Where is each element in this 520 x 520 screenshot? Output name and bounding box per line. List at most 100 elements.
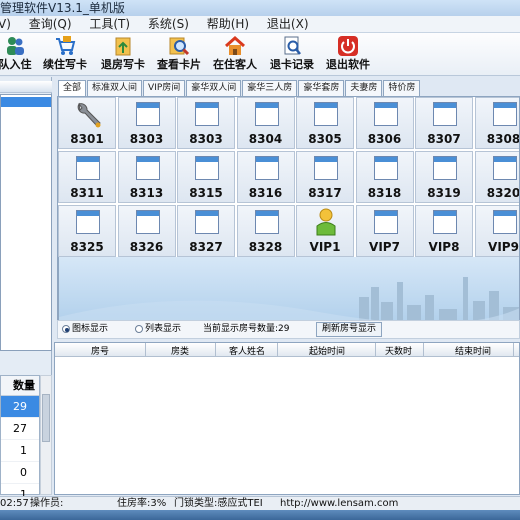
- window-icon: [254, 156, 279, 180]
- count-cell[interactable]: 0: [1, 462, 39, 484]
- view-card-button[interactable]: 查看卡片: [154, 35, 204, 75]
- col-guest-name[interactable]: 客人姓名: [229, 344, 265, 357]
- room-tile-8311[interactable]: 8311: [58, 151, 116, 203]
- room-number: 8326: [129, 240, 164, 254]
- tab-couple-room[interactable]: 夫妻房: [345, 80, 383, 96]
- window-icon: [373, 210, 398, 234]
- window-icon: [433, 210, 457, 234]
- window-icon: [433, 156, 457, 180]
- room-tile-8303[interactable]: 8303: [177, 97, 235, 149]
- room-number: 8303: [129, 132, 164, 146]
- left-panel-scrollbar[interactable]: [40, 375, 52, 495]
- status-time: 02:57: [0, 498, 29, 509]
- tab-vip-room[interactable]: VIP房间: [143, 80, 186, 96]
- room-number: 8325: [70, 240, 104, 254]
- house-icon: [225, 35, 245, 55]
- status-website[interactable]: http://www.lensam.com: [280, 497, 398, 510]
- window-title: 管理软件V13.1_单机版: [0, 0, 520, 16]
- group-checkin-icon: [7, 37, 24, 55]
- window-icon: [373, 102, 398, 126]
- window-icon: [195, 156, 219, 180]
- room-tile-8319[interactable]: 8319: [415, 151, 473, 203]
- room-tile-8320[interactable]: 8320: [474, 151, 519, 203]
- window-icon: [135, 102, 160, 126]
- room-tile-8301[interactable]: 8301: [58, 97, 116, 149]
- room-number: 8308: [486, 132, 520, 146]
- room-number: 8306: [367, 132, 402, 146]
- room-tile-8328[interactable]: 8328: [236, 205, 295, 257]
- tab-deluxe-triple[interactable]: 豪华三人房: [242, 80, 298, 96]
- window-icon: [135, 210, 160, 234]
- menu-item-tools[interactable]: 工具(T): [89, 16, 130, 33]
- window-icon: [492, 156, 517, 180]
- refresh-rooms-button[interactable]: 刷新房号显示: [316, 322, 383, 337]
- room-type-list-selected-row[interactable]: [1, 97, 51, 107]
- room-tile-8325[interactable]: 8325: [58, 205, 116, 257]
- col-start-time[interactable]: 起始时间: [309, 344, 345, 357]
- menu-bar: V) 查询(Q) 工具(T) 系统(S) 帮助(H) 退出(X): [0, 16, 520, 33]
- icon-view-radio[interactable]: [62, 324, 70, 333]
- tab-special-price[interactable]: 特价房: [383, 80, 421, 96]
- status-lock-type: 门锁类型:感应式TEI: [174, 498, 263, 509]
- room-tile-8313[interactable]: 8313: [117, 151, 176, 203]
- room-tile-8318[interactable]: 8318: [355, 151, 414, 203]
- window-icon: [254, 210, 279, 234]
- count-cell[interactable]: 29: [1, 396, 39, 418]
- room-tile-8304[interactable]: 8304: [236, 97, 295, 149]
- col-end-time[interactable]: 结束时间: [455, 344, 491, 357]
- col-room-number[interactable]: 房号: [91, 344, 109, 357]
- room-number: 8327: [189, 240, 223, 254]
- room-tile-8307[interactable]: 8307: [415, 97, 473, 149]
- tab-deluxe-double[interactable]: 豪华双人间: [186, 80, 242, 96]
- menu-item-query[interactable]: 查询(Q): [29, 16, 72, 33]
- return-record-button[interactable]: 退卡记录: [267, 35, 317, 75]
- exit-software-label: 退出软件: [326, 58, 370, 71]
- tab-deluxe-suite[interactable]: 豪华套房: [298, 80, 345, 96]
- room-tile-vip8[interactable]: VIP8: [415, 205, 473, 257]
- current-guests-label: 在住客人: [213, 58, 257, 71]
- icon-view-option[interactable]: 图标显示: [62, 321, 108, 338]
- room-tile-vip7[interactable]: VIP7: [355, 205, 414, 257]
- room-tile-vip1[interactable]: VIP1: [296, 205, 354, 257]
- checkout-card-button[interactable]: 退房写卡: [98, 35, 148, 75]
- menu-item-exit[interactable]: 退出(X): [267, 16, 309, 33]
- room-tile-8327[interactable]: 8327: [177, 205, 235, 257]
- room-type-tabs: 全部 标准双人间 VIP房间 豪华双人间 豪华三人房 豪华套房 夫妻房 特价房: [58, 80, 421, 97]
- extend-stay-button[interactable]: 续住写卡: [40, 35, 90, 75]
- room-type-list[interactable]: [0, 94, 52, 351]
- list-view-option[interactable]: 列表显示: [135, 321, 181, 338]
- room-tile-8303[interactable]: 8303: [117, 97, 176, 149]
- col-days-hours[interactable]: 天数时: [385, 344, 412, 357]
- current-guests-button[interactable]: 在住客人: [210, 35, 260, 75]
- window-icon: [433, 102, 457, 126]
- room-tile-8316[interactable]: 8316: [236, 151, 295, 203]
- room-number: 8313: [129, 186, 164, 200]
- count-cell[interactable]: 27: [1, 418, 39, 440]
- col-room-type[interactable]: 房类: [171, 344, 189, 357]
- room-tile-8315[interactable]: 8315: [177, 151, 235, 203]
- room-number: 8319: [427, 186, 461, 200]
- status-occupancy: 住房率:3%: [117, 498, 167, 509]
- room-tile-8308[interactable]: 8308: [474, 97, 520, 149]
- room-tile-8305[interactable]: 8305: [296, 97, 354, 149]
- tab-standard-double[interactable]: 标准双人间: [87, 80, 143, 96]
- exit-software-button[interactable]: 退出软件: [324, 35, 372, 75]
- window-icon: [195, 102, 219, 126]
- room-tile-8306[interactable]: 8306: [355, 97, 414, 149]
- window-icon: [373, 156, 398, 180]
- room-tile-vip9[interactable]: VIP9: [474, 205, 519, 257]
- room-number: VIP8: [428, 240, 460, 254]
- count-cell[interactable]: 1: [1, 440, 39, 462]
- tab-all[interactable]: 全部: [58, 80, 87, 97]
- menu-item-system[interactable]: 系统(S): [148, 16, 189, 33]
- room-tile-8326[interactable]: 8326: [117, 205, 176, 257]
- list-view-radio[interactable]: [135, 324, 143, 333]
- scrollbar-thumb[interactable]: [42, 394, 50, 442]
- occupied-guest-icon: [316, 208, 336, 236]
- status-operator: 操作员:: [30, 498, 64, 509]
- menu-item-view[interactable]: V): [0, 16, 11, 33]
- menu-item-help[interactable]: 帮助(H): [207, 16, 249, 33]
- room-number: 8316: [248, 186, 283, 200]
- room-tile-8317[interactable]: 8317: [296, 151, 354, 203]
- group-checkin-button[interactable]: 队入住: [0, 35, 32, 75]
